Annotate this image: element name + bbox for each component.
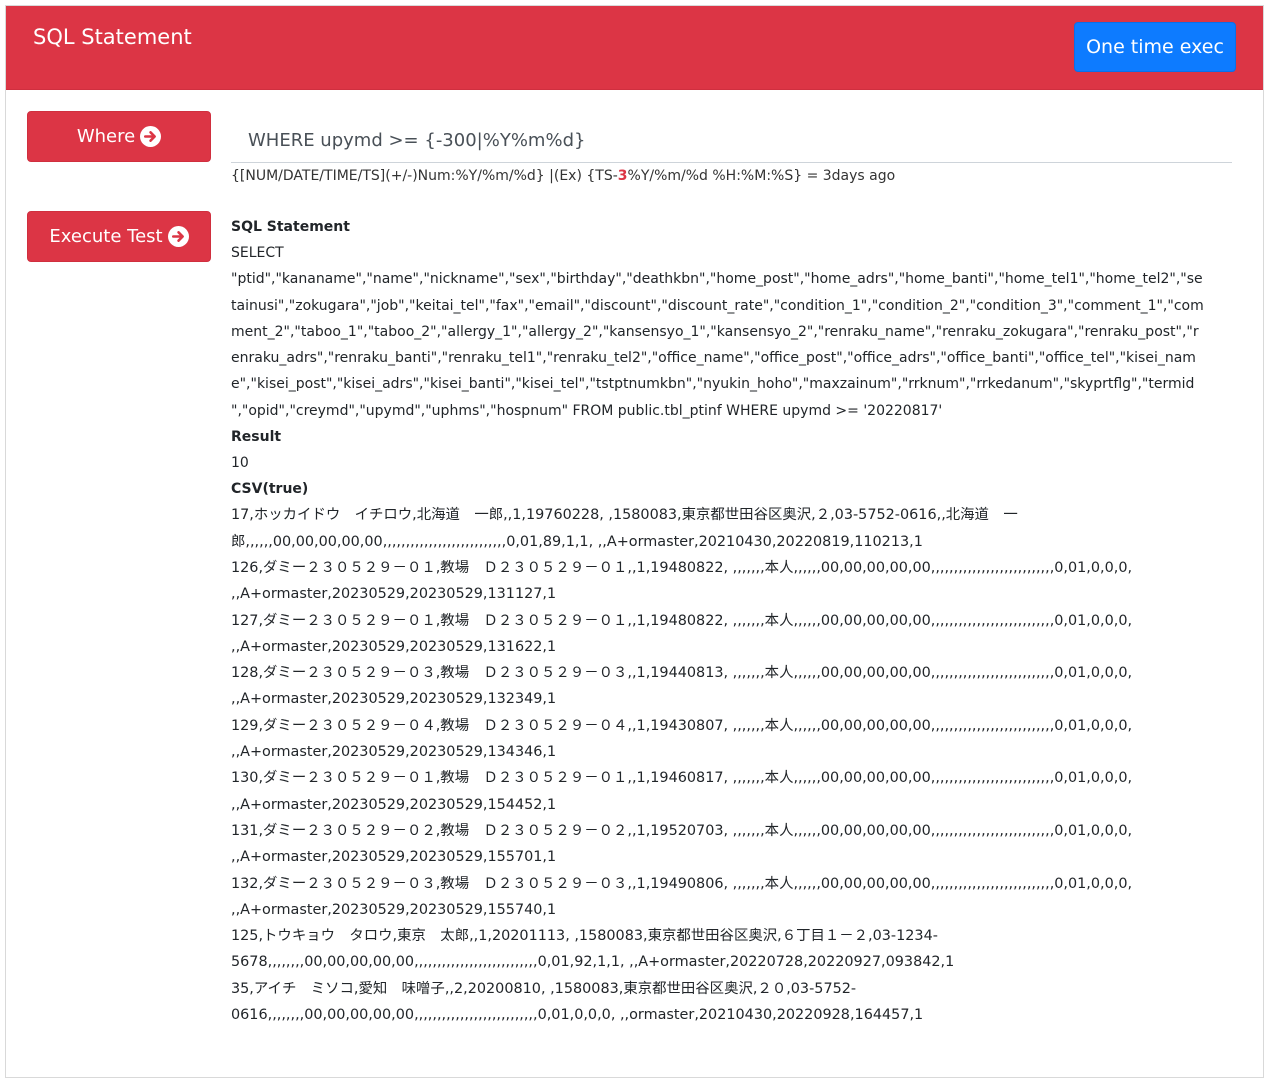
sql-line: tainusi","zokugara","job","keitai_tel","… [231,297,1204,314]
where-syntax-hint: {[NUM/DATE/TIME/TS](+/-)Num:%Y/%m/%d} |(… [231,168,895,184]
where-button[interactable]: Where [27,111,211,162]
sql-line: ","opid","creymd","upymd","uphms","hospn… [231,402,943,419]
csv-line: ,,A+ormaster,20230529,20230529,131127,1 [231,586,557,603]
csv-line: 127,ダミー２３０５２９－０１,教場 Ｄ２３０５２９－０１,,1,194808… [231,612,1133,629]
where-clause-input[interactable] [231,118,1232,163]
csv-line: ,,A+ormaster,20230529,20230529,132349,1 [231,691,557,708]
csv-line: 5678,,,,,,,,00,00,00,00,00,,,,,,,,,,,,,,… [231,954,955,971]
csv-line: ,,A+ormaster,20230529,20230529,155740,1 [231,901,557,918]
page-title: SQL Statement [33,25,192,49]
result-value: 10 [231,455,249,472]
csv-line: ,,A+ormaster,20230529,20230529,154452,1 [231,796,557,813]
csv-line: 129,ダミー２３０５２９－０４,教場 Ｄ２３０５２９－０４,,1,194308… [231,717,1133,734]
csv-label: CSV(true) [231,481,309,498]
execute-test-button-label: Execute Test [49,226,163,247]
csv-line: ,,A+ormaster,20230529,20230529,134346,1 [231,744,557,761]
csv-line: 郎,,,,,,00,00,00,00,00,,,,,,,,,,,,,,,,,,,… [231,533,923,550]
hint-suffix: %Y/%m/%d %H:%M:%S} = 3days ago [627,168,896,184]
csv-line: 126,ダミー２３０５２９－０１,教場 Ｄ２３０５２９－０１,,1,194808… [231,559,1133,576]
arrow-circle-right-icon [167,226,189,247]
result-label: Result [231,429,282,446]
csv-line: 35,アイチ ミソコ,愛知 味噌子,,2,20200810, ,1580083,… [231,980,857,997]
sql-line: e","kisei_post","kisei_adrs","kisei_bant… [231,376,1195,393]
csv-line: 130,ダミー２３０５２９－０１,教場 Ｄ２３０５２９－０１,,1,194608… [231,770,1133,787]
one-time-exec-button[interactable]: One time exec [1074,22,1236,72]
sql-output: SQL Statement SELECT "ptid","kananame","… [231,214,1236,1028]
csv-line: 128,ダミー２３０５２９－０３,教場 Ｄ２３０５２９－０３,,1,194408… [231,665,1133,682]
csv-line: 125,トウキョウ タロウ,東京 太郎,,1,20201113, ,158008… [231,928,938,945]
csv-line: ,,A+ormaster,20230529,20230529,131622,1 [231,638,557,655]
csv-line: 17,ホッカイドウ イチロウ,北海道 一郎,,1,19760228, ,1580… [231,507,1018,524]
execute-test-button[interactable]: Execute Test [27,211,211,262]
csv-output: 17,ホッカイドウ イチロウ,北海道 一郎,,1,19760228, ,1580… [231,502,1236,1028]
sql-line: "ptid","kananame","name","nickname","sex… [231,271,1203,288]
card-header: SQL Statement One time exec [6,6,1263,90]
where-button-label: Where [76,126,136,147]
csv-line: 132,ダミー２３０５２９－０３,教場 Ｄ２３０５２９－０３,,1,194908… [231,875,1133,892]
hint-prefix: {[NUM/DATE/TIME/TS](+/-)Num:%Y/%m/%d} |(… [231,168,618,184]
sql-line: enraku_adrs","renraku_banti","renraku_te… [231,350,1196,367]
arrow-circle-right-icon [140,126,162,147]
sql-statement-text: SELECT "ptid","kananame","name","nicknam… [231,240,1236,424]
csv-line: 0616,,,,,,,,00,00,00,00,00,,,,,,,,,,,,,,… [231,1007,924,1024]
csv-line: 131,ダミー２３０５２９－０２,教場 Ｄ２３０５２９－０２,,1,195207… [231,822,1133,839]
sql-statement-label: SQL Statement [231,219,350,235]
sql-line: ment_2","taboo_1","taboo_2","allergy_1",… [231,323,1199,340]
sql-line: SELECT [231,245,284,261]
hint-highlight: 3 [617,168,628,184]
csv-line: ,,A+ormaster,20230529,20230529,155701,1 [231,849,557,866]
